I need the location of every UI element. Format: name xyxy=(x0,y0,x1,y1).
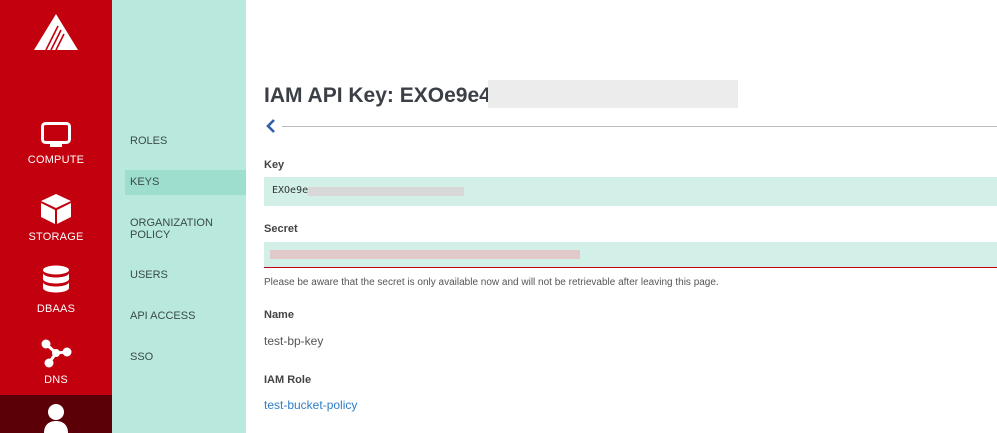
main-content: IAM API Key: EXOe9e4 Key EXOe9e Secret P… xyxy=(264,0,997,433)
key-redacted-mask xyxy=(308,187,464,196)
subnav-item-sso[interactable]: SSO xyxy=(130,351,240,363)
rail-item-compute[interactable]: COMPUTE xyxy=(0,122,112,166)
name-label: Name xyxy=(264,309,294,321)
rail-item-label: DNS xyxy=(44,374,68,386)
iam-role-label: IAM Role xyxy=(264,374,312,386)
key-field[interactable]: EXOe9e xyxy=(264,177,997,206)
key-value: EXOe9e xyxy=(272,185,309,196)
iam-role-link[interactable]: test-bucket-policy xyxy=(264,398,357,412)
secret-field[interactable] xyxy=(264,242,997,267)
rail-item-label: COMPUTE xyxy=(27,154,85,166)
subnav-item-keys[interactable]: KEYS xyxy=(130,176,240,188)
rail-item-dbaas[interactable]: DBAAS xyxy=(0,265,112,315)
back-chevron-icon[interactable] xyxy=(264,117,278,135)
database-icon xyxy=(43,265,69,293)
rail-item-dns[interactable]: DNS xyxy=(0,338,112,386)
subnav-item-organization-policy[interactable]: ORGANIZATION POLICY xyxy=(130,217,230,241)
page-title: IAM API Key: EXOe9e4 xyxy=(264,84,491,107)
redacted-title-suffix xyxy=(488,80,738,108)
cube-icon xyxy=(41,194,71,224)
subnav-item-roles[interactable]: ROLES xyxy=(130,135,240,147)
main-sidebar: COMPUTE STORAGE DBAAS DNS xyxy=(0,0,112,433)
logo-icon[interactable] xyxy=(34,14,78,50)
secret-label: Secret xyxy=(264,223,298,235)
key-label: Key xyxy=(264,159,285,171)
user-icon xyxy=(44,404,68,433)
rail-item-storage[interactable]: STORAGE xyxy=(0,193,112,243)
title-divider xyxy=(282,126,997,127)
secret-redacted-mask xyxy=(270,250,580,259)
subnav-item-users[interactable]: USERS xyxy=(130,269,240,281)
monitor-icon xyxy=(41,122,71,147)
rail-item-label: STORAGE xyxy=(28,231,84,243)
name-value: test-bp-key xyxy=(264,334,324,348)
subnav-item-api-access[interactable]: API ACCESS xyxy=(130,310,240,322)
network-icon xyxy=(41,339,72,368)
rail-item-label: DBAAS xyxy=(36,303,76,315)
secret-warning-note: Please be aware that the secret is only … xyxy=(264,277,719,288)
secret-field-underline xyxy=(264,267,997,268)
